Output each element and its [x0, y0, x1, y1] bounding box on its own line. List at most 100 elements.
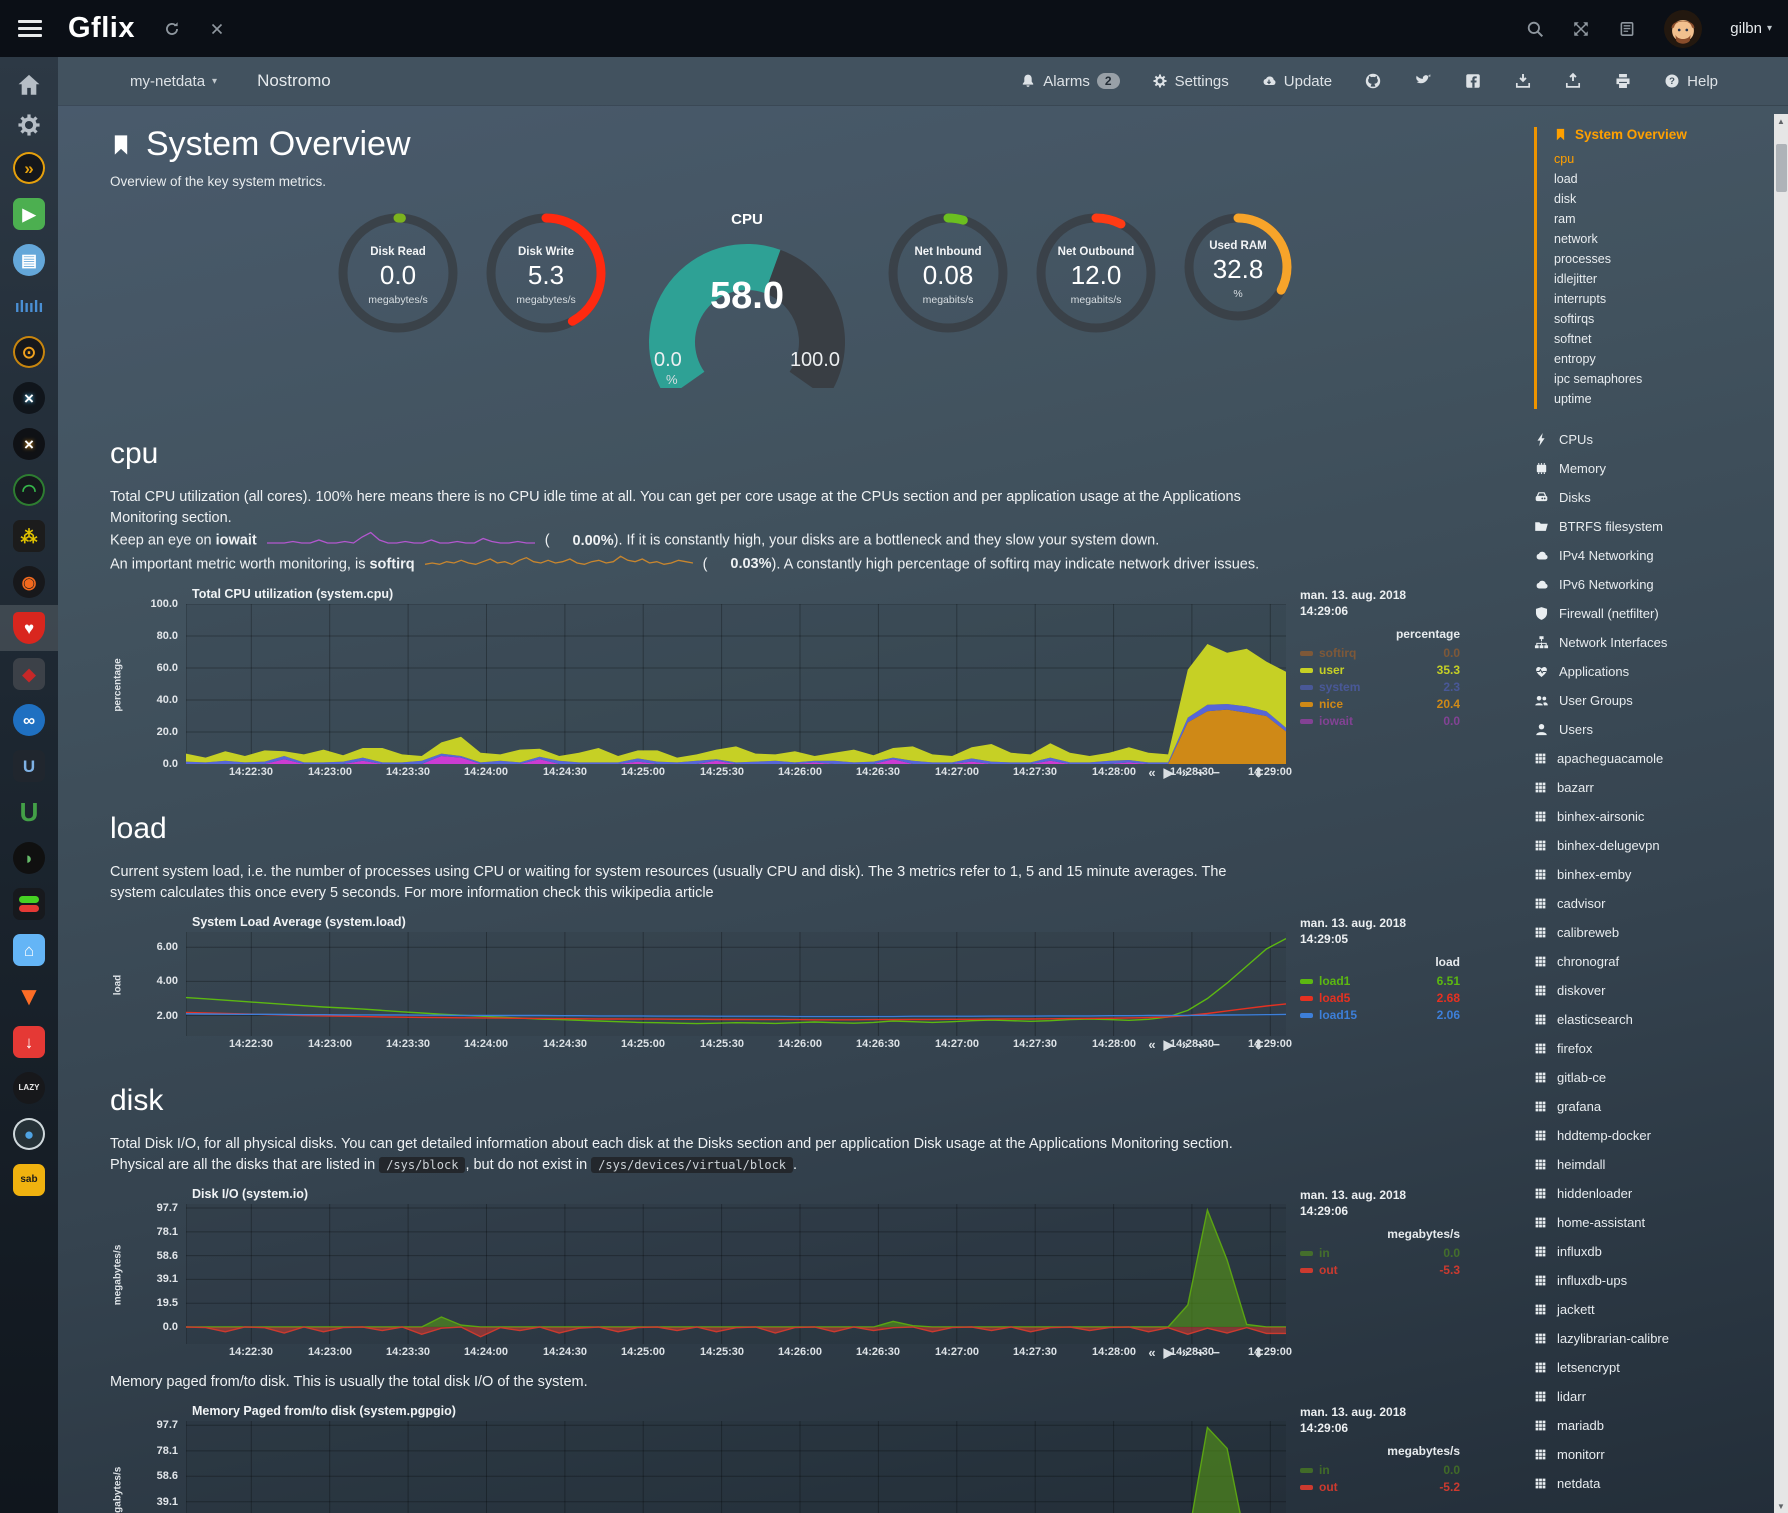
sidebar-section-memory[interactable]: Memory: [1534, 454, 1766, 483]
page-scrollbar[interactable]: ▲ ▼: [1774, 114, 1788, 1513]
chart-plot[interactable]: [186, 604, 1286, 764]
sidebar-item-processes[interactable]: processes: [1554, 249, 1766, 269]
legend-user[interactable]: user35.3: [1300, 662, 1460, 679]
sidebar-app-hiddenloader[interactable]: hiddenloader: [1534, 1179, 1766, 1208]
gitlab-icon[interactable]: ▼: [0, 973, 58, 1019]
facebook-icon[interactable]: [1464, 72, 1482, 90]
sidebar-section-users[interactable]: Users: [1534, 715, 1766, 744]
expand-icon[interactable]: [1572, 20, 1590, 38]
green-u-app-icon[interactable]: U: [0, 789, 58, 835]
sidebar-app-mariadb[interactable]: mariadb: [1534, 1411, 1766, 1440]
legend-iowait[interactable]: iowait0.0: [1300, 713, 1460, 730]
chart-resize-handle[interactable]: ⇕: [1253, 1037, 1264, 1053]
sidebar-app-letsencrypt[interactable]: letsencrypt: [1534, 1353, 1766, 1382]
sidebar-app-influxdb[interactable]: influxdb: [1534, 1237, 1766, 1266]
x-blue-app-icon[interactable]: ×: [0, 375, 58, 421]
settings-gear-icon[interactable]: [0, 105, 58, 145]
chart-plot[interactable]: [186, 1204, 1286, 1344]
sidebar-app-binhex-delugevpn[interactable]: binhex-delugevpn: [1534, 831, 1766, 860]
chart-resize-handle[interactable]: ⇕: [1253, 765, 1264, 781]
lazylibrarian-icon[interactable]: LAZY: [0, 1065, 58, 1111]
sidebar-app-chronograf[interactable]: chronograf: [1534, 947, 1766, 976]
legend-system[interactable]: system2.3: [1300, 679, 1460, 696]
sidebar-item-disk[interactable]: disk: [1554, 189, 1766, 209]
alarms-button[interactable]: Alarms 2: [1020, 73, 1119, 90]
netdata-shield-icon[interactable]: ♥: [0, 605, 58, 651]
load-chart[interactable]: load 2.004.006.00 System Load Average (s…: [110, 916, 1520, 1054]
update-button[interactable]: Update: [1261, 73, 1332, 90]
chart-plot[interactable]: [186, 1421, 1286, 1513]
sidebar-app-jackett[interactable]: jackett: [1534, 1295, 1766, 1324]
sidebar-app-influxdb-ups[interactable]: influxdb-ups: [1534, 1266, 1766, 1295]
sidebar-app-calibreweb[interactable]: calibreweb: [1534, 918, 1766, 947]
legend-in[interactable]: in0.0: [1300, 1245, 1460, 1262]
gauge-net-inbound[interactable]: Net Inbound 0.08 megabits/s: [886, 211, 1010, 340]
plex-icon[interactable]: »: [0, 145, 58, 191]
sidebar-app-bazarr[interactable]: bazarr: [1534, 773, 1766, 802]
sidebar-item-system-overview[interactable]: System Overview: [1554, 127, 1766, 142]
sidebar-app-diskover[interactable]: diskover: [1534, 976, 1766, 1005]
hamburger-icon[interactable]: [18, 20, 42, 37]
sidebar-app-netdata[interactable]: netdata: [1534, 1469, 1766, 1498]
sidebar-item-load[interactable]: load: [1554, 169, 1766, 189]
calibreweb-icon[interactable]: ▤: [0, 237, 58, 283]
sidebar-app-hddtemp-docker[interactable]: hddtemp-docker: [1534, 1121, 1766, 1150]
sidebar-app-firefox[interactable]: firefox: [1534, 1034, 1766, 1063]
sidebar-section-ipv6-networking[interactable]: IPv6 Networking: [1534, 570, 1766, 599]
droplet-app-icon[interactable]: ●: [0, 1111, 58, 1157]
jackett-icon[interactable]: ⊙: [0, 329, 58, 375]
legend-load1[interactable]: load16.51: [1300, 973, 1460, 990]
gauge-used-ram[interactable]: Used RAM 32.8 %: [1182, 211, 1294, 328]
sidebar-section-applications[interactable]: Applications: [1534, 657, 1766, 686]
scroll-up-arrow[interactable]: ▲: [1777, 114, 1785, 128]
legend-nice[interactable]: nice20.4: [1300, 696, 1460, 713]
home-icon[interactable]: [0, 65, 58, 105]
sidebar-item-softnet[interactable]: softnet: [1554, 329, 1766, 349]
sidebar-item-network[interactable]: network: [1554, 229, 1766, 249]
sidebar-app-apacheguacamole[interactable]: apacheguacamole: [1534, 744, 1766, 773]
sidebar-app-cadvisor[interactable]: cadvisor: [1534, 889, 1766, 918]
sidebar-app-gitlab-ce[interactable]: gitlab-ce: [1534, 1063, 1766, 1092]
legend-out[interactable]: out-5.2: [1300, 1479, 1460, 1496]
upload-icon[interactable]: [1564, 72, 1582, 90]
deluge-icon[interactable]: ◠: [0, 467, 58, 513]
gauge-net-outbound[interactable]: Net Outbound 12.0 megabits/s: [1034, 211, 1158, 340]
search-icon[interactable]: [1526, 20, 1544, 38]
gauge-disk-read[interactable]: Disk Read 0.0 megabytes/s: [336, 211, 460, 340]
scrollbar-thumb[interactable]: [1776, 144, 1787, 192]
print-icon[interactable]: [1614, 72, 1632, 90]
youtube-dl-icon[interactable]: ↓: [0, 1019, 58, 1065]
sidebar-app-elasticsearch[interactable]: elasticsearch: [1534, 1005, 1766, 1034]
avatar[interactable]: [1664, 10, 1702, 48]
scroll-down-arrow[interactable]: ▼: [1777, 1499, 1785, 1513]
gauge-cpu[interactable]: CPU 58.0 0.0 100.0 %: [632, 211, 862, 393]
close-icon[interactable]: [209, 21, 225, 37]
sidebar-item-interrupts[interactable]: interrupts: [1554, 289, 1766, 309]
sidebar-app-lidarr[interactable]: lidarr: [1534, 1382, 1766, 1411]
chart-toolbar[interactable]: «▶»+−: [1144, 765, 1224, 781]
node-graph-icon[interactable]: ⁂: [0, 513, 58, 559]
sidebar-item-entropy[interactable]: entropy: [1554, 349, 1766, 369]
sidebar-section-cpus[interactable]: CPUs: [1534, 425, 1766, 454]
sidebar-section-user-groups[interactable]: User Groups: [1534, 686, 1766, 715]
download-icon[interactable]: [1514, 72, 1532, 90]
sidebar-app-binhex-airsonic[interactable]: binhex-airsonic: [1534, 802, 1766, 831]
legend-out[interactable]: out-5.3: [1300, 1262, 1460, 1279]
sidebar-app-binhex-emby[interactable]: binhex-emby: [1534, 860, 1766, 889]
sidebar-app-grafana[interactable]: grafana: [1534, 1092, 1766, 1121]
sabnzbd-icon[interactable]: sab: [0, 1157, 58, 1203]
github-icon[interactable]: [1364, 72, 1382, 90]
sidebar-item-uptime[interactable]: uptime: [1554, 389, 1766, 409]
refresh-icon[interactable]: [163, 20, 181, 38]
sidebar-item-cpu[interactable]: cpu: [1554, 149, 1766, 169]
chart-toolbar[interactable]: «▶»+−: [1144, 1037, 1224, 1053]
chart-resize-handle[interactable]: ⇕: [1253, 1345, 1264, 1361]
sidebar-app-heimdall[interactable]: heimdall: [1534, 1150, 1766, 1179]
help-button[interactable]: ? Help: [1664, 73, 1718, 90]
sidebar-section-firewall-netfilter-[interactable]: Firewall (netfilter): [1534, 599, 1766, 628]
sidebar-section-disks[interactable]: Disks: [1534, 483, 1766, 512]
user-menu[interactable]: gilbn▾: [1730, 20, 1772, 37]
settings-button[interactable]: Settings: [1152, 73, 1229, 90]
red-cubes-icon[interactable]: ◆: [0, 651, 58, 697]
sidebar-section-network-interfaces[interactable]: Network Interfaces: [1534, 628, 1766, 657]
